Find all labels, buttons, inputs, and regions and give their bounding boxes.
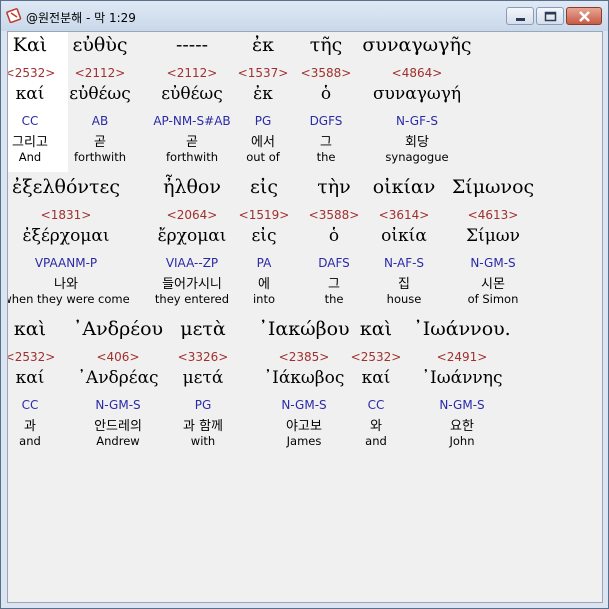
parsing-code: N-GF-S <box>396 114 438 128</box>
app-window: @원전분해 - 막 1:29 Καὶ <2532> καί CC 그리고 And εὐθὺς… <box>0 0 609 609</box>
korean-gloss: 나와 <box>54 277 78 292</box>
lemma-word: συναγωγή <box>372 84 462 104</box>
parsing-code: PG <box>194 398 212 412</box>
greek-word: ᾿Ιωάννου. <box>413 318 511 340</box>
korean-gloss: 회당 <box>405 135 429 150</box>
window-title: @원전분해 - 막 1:29 <box>26 11 136 25</box>
maximize-icon <box>544 11 557 22</box>
greek-word: μετὰ <box>180 318 226 340</box>
strong-number: <2491> <box>436 350 488 364</box>
greek-word: συναγωγῆς <box>362 34 472 56</box>
korean-gloss: 과 함께 <box>182 419 223 434</box>
lemma-word: Σίμων <box>466 226 520 246</box>
english-gloss: of Simon <box>467 292 519 306</box>
parsing-code: N-GM-S <box>439 398 485 412</box>
minimize-button[interactable] <box>506 7 534 25</box>
close-button[interactable] <box>566 7 602 25</box>
english-gloss: synagogue <box>385 150 449 164</box>
minimize-icon <box>516 18 525 21</box>
title-bar[interactable]: @원전분해 - 막 1:29 <box>1 1 608 31</box>
strong-number: <4613> <box>467 208 519 222</box>
korean-gloss: 요한 <box>450 419 474 434</box>
lemma-word: μετά <box>182 368 224 388</box>
strong-number: <1831> <box>40 208 92 222</box>
english-gloss: with <box>190 434 216 448</box>
word-cell[interactable]: μετὰ <3326> μετά PG 과 함께 with <box>148 318 258 452</box>
strong-number: <3326> <box>177 350 229 364</box>
english-gloss: John <box>449 434 475 448</box>
bible-app-icon <box>6 8 22 23</box>
greek-word: ἐξελθόντες <box>12 176 120 198</box>
word-cell[interactable]: συναγωγῆς <4864> συναγωγή N-GF-S 회당 synagogue <box>362 34 472 168</box>
korean-gloss: 시몬 <box>481 277 505 292</box>
word-cell[interactable]: ᾿Ιωάννου. <2491> ᾿Ιωάννης N-GM-S 요한 John <box>407 318 517 452</box>
word-cell[interactable]: Σίμωνος <4613> Σίμων N-GM-S 시몬 of Simon <box>438 176 548 310</box>
maximize-button[interactable] <box>536 7 564 25</box>
interlinear-panel[interactable]: Καὶ <2532> καί CC 그리고 And εὐθὺς <2112> εὐθέως AB 곧… <box>7 31 603 603</box>
close-icon <box>579 11 590 22</box>
lemma-word: ἐξέρχομαι <box>22 226 110 246</box>
lemma-word: ᾿Ιωάννης <box>421 368 503 388</box>
english-gloss: when they were come <box>7 292 130 306</box>
greek-word: Σίμωνος <box>451 176 535 198</box>
strong-number: <4864> <box>391 66 443 80</box>
parsing-code: VPAANM-P <box>34 256 98 270</box>
word-cell[interactable]: ἐξελθόντες <1831> ἐξέρχομαι VPAANM-P 나와 when … <box>7 176 136 310</box>
parsing-code: N-GM-S <box>470 256 516 270</box>
